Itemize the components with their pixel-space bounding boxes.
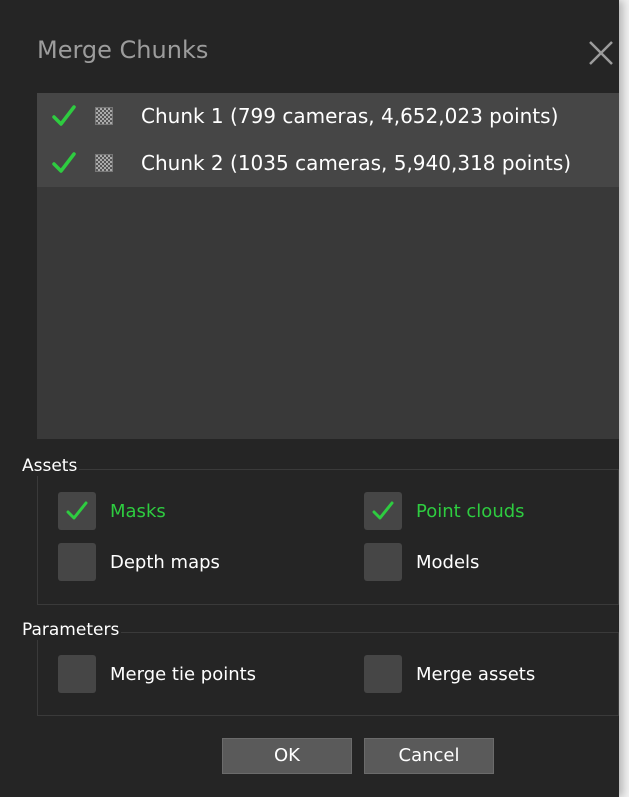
- depth-maps-label[interactable]: Depth maps: [110, 552, 220, 573]
- check-icon[interactable]: [51, 103, 77, 129]
- point-clouds-checkbox[interactable]: [364, 492, 402, 530]
- dialog-title: Merge Chunks: [37, 36, 209, 64]
- merge-tie-points-label[interactable]: Merge tie points: [110, 664, 256, 685]
- check-icon: [372, 501, 394, 520]
- assets-group-label: Assets: [20, 456, 80, 476]
- models-label[interactable]: Models: [416, 552, 479, 573]
- chunk-list[interactable]: Chunk 1 (799 cameras, 4,652,023 points) …: [37, 93, 619, 439]
- parameters-group-label: Parameters: [20, 620, 122, 640]
- close-icon: [589, 41, 613, 65]
- depth-maps-checkbox[interactable]: [58, 543, 96, 581]
- point-clouds-label[interactable]: Point clouds: [416, 501, 525, 522]
- check-icon: [66, 501, 88, 520]
- models-checkbox[interactable]: [364, 543, 402, 581]
- grid-icon: [95, 107, 113, 125]
- chunk-item-2[interactable]: Chunk 2 (1035 cameras, 5,940,318 points): [37, 140, 619, 187]
- merge-chunks-dialog: Merge Chunks Chunk 1 (799 cameras, 4,652…: [0, 0, 619, 797]
- ok-button[interactable]: OK: [222, 738, 352, 774]
- chunk-label: Chunk 1 (799 cameras, 4,652,023 points): [141, 104, 559, 128]
- merge-tie-points-checkbox[interactable]: [58, 655, 96, 693]
- grid-icon: [95, 154, 113, 172]
- title-bar: Merge Chunks: [0, 0, 619, 90]
- chunk-label: Chunk 2 (1035 cameras, 5,940,318 points): [141, 151, 572, 175]
- check-icon[interactable]: [51, 150, 77, 176]
- masks-label[interactable]: Masks: [110, 501, 166, 522]
- merge-assets-label[interactable]: Merge assets: [416, 664, 535, 685]
- cancel-button[interactable]: Cancel: [364, 738, 494, 774]
- close-button[interactable]: [584, 36, 618, 70]
- chunk-item-1[interactable]: Chunk 1 (799 cameras, 4,652,023 points): [37, 93, 619, 140]
- merge-assets-checkbox[interactable]: [364, 655, 402, 693]
- assets-group: [37, 469, 619, 605]
- masks-checkbox[interactable]: [58, 492, 96, 530]
